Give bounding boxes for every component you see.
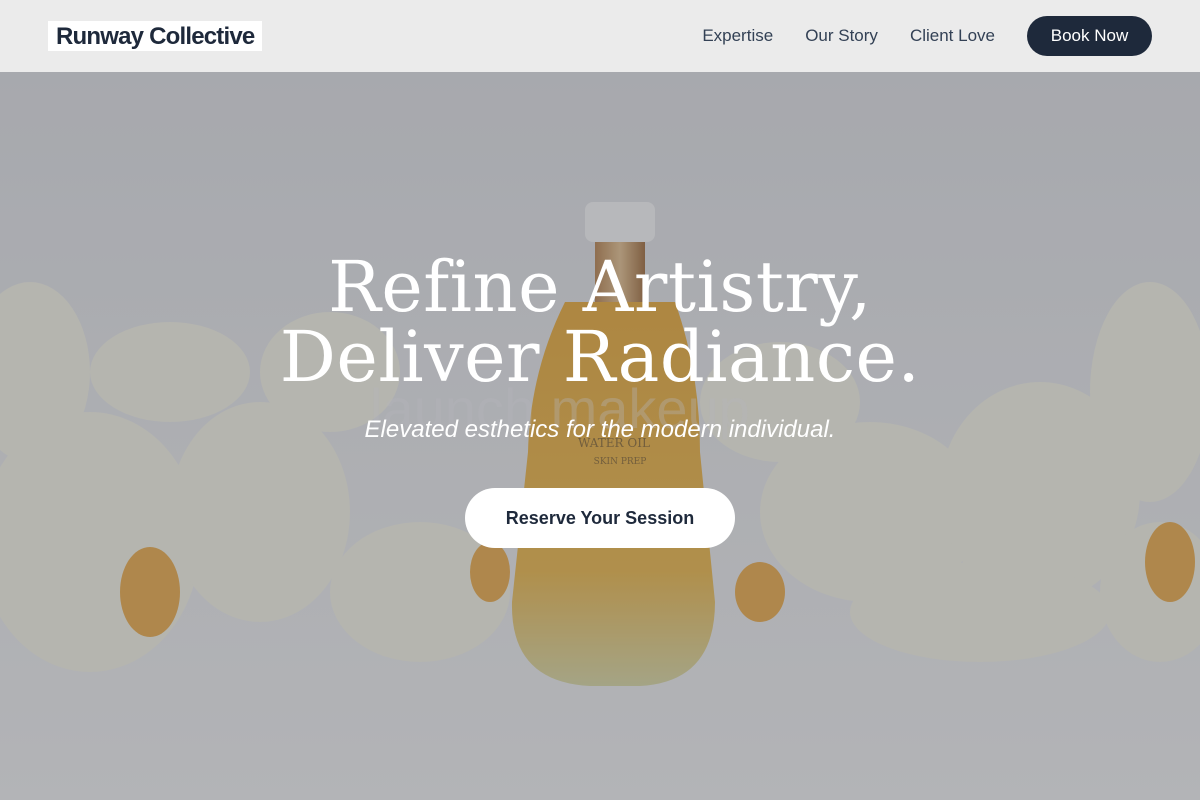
nav-link-expertise[interactable]: Expertise: [702, 26, 773, 46]
nav-link-client-love[interactable]: Client Love: [910, 26, 995, 46]
reserve-session-button[interactable]: Reserve Your Session: [465, 488, 735, 548]
main-nav: Expertise Our Story Client Love Book Now: [702, 16, 1152, 56]
site-header: Runway Collective Expertise Our Story Cl…: [0, 0, 1200, 72]
book-now-button[interactable]: Book Now: [1027, 16, 1152, 56]
brand-logo[interactable]: Runway Collective: [48, 21, 263, 51]
nav-link-our-story[interactable]: Our Story: [805, 26, 878, 46]
hero-section: WATER OIL SKIN PREP launch makeup Refine…: [0, 72, 1200, 800]
hero-title: Refine Artistry, Deliver Radiance.: [279, 246, 921, 398]
hero-subtitle: Elevated esthetics for the modern indivi…: [364, 416, 836, 443]
hero-content: Refine Artistry, Deliver Radiance. Eleva…: [0, 72, 1200, 800]
